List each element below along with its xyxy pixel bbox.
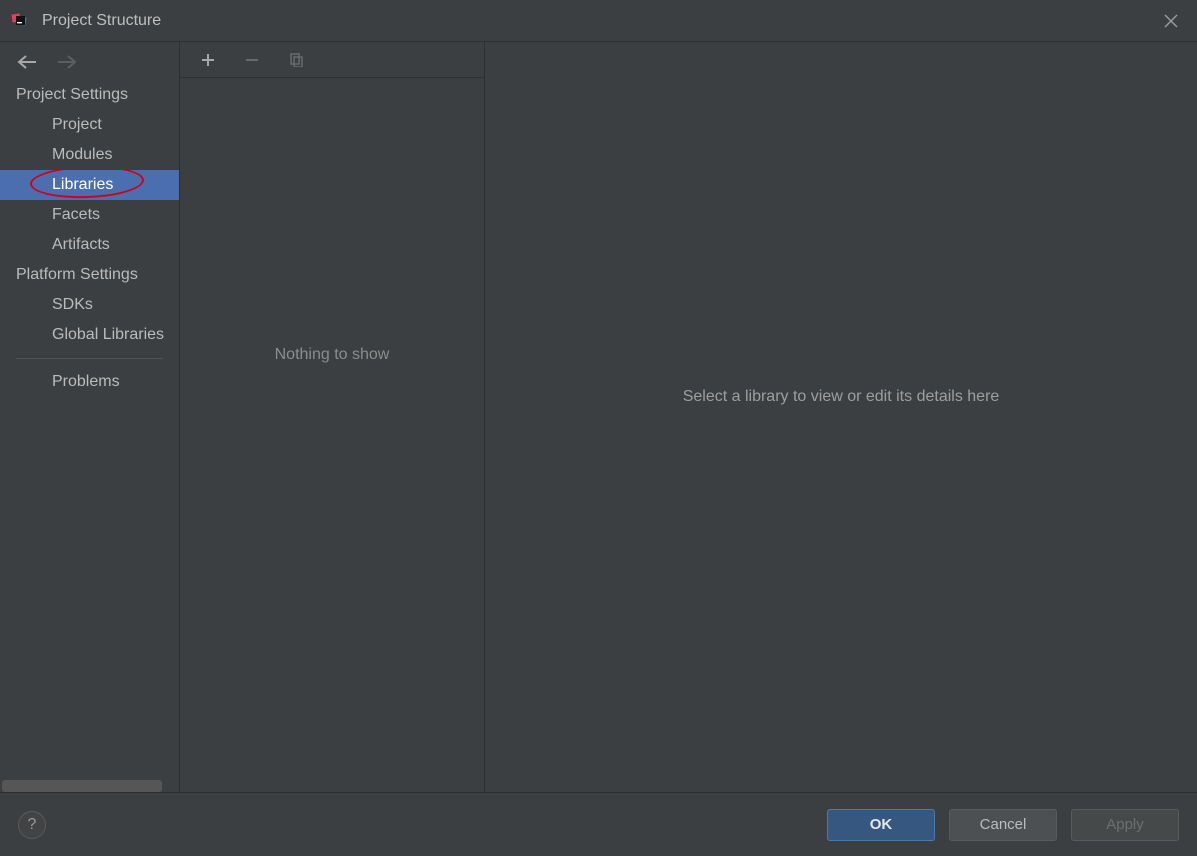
nav-item-project[interactable]: Project bbox=[0, 110, 179, 140]
list-toolbar bbox=[180, 42, 484, 78]
nav-item-artifacts[interactable]: Artifacts bbox=[0, 230, 179, 260]
left-nav: Project Settings Project Modules Librari… bbox=[0, 42, 180, 792]
ok-button[interactable]: OK bbox=[827, 809, 935, 841]
platform-settings-header: Platform Settings bbox=[0, 260, 179, 290]
nav-item-global-libraries[interactable]: Global Libraries bbox=[0, 320, 179, 350]
nav-item-sdks[interactable]: SDKs bbox=[0, 290, 179, 320]
nav-item-facets[interactable]: Facets bbox=[0, 200, 179, 230]
detail-placeholder: Select a library to view or edit its det… bbox=[683, 388, 1000, 406]
window-title: Project Structure bbox=[42, 12, 161, 30]
nav-item-label: Libraries bbox=[52, 176, 113, 193]
nav-divider bbox=[16, 358, 163, 359]
copy-button[interactable] bbox=[286, 50, 306, 70]
library-list-panel: Nothing to show bbox=[180, 42, 485, 792]
back-button[interactable] bbox=[16, 54, 38, 70]
nav-item-modules[interactable]: Modules bbox=[0, 140, 179, 170]
nav-history-controls bbox=[0, 42, 179, 80]
app-icon bbox=[10, 10, 32, 32]
project-settings-header: Project Settings bbox=[0, 80, 179, 110]
help-button[interactable]: ? bbox=[18, 811, 46, 839]
titlebar: Project Structure bbox=[0, 0, 1197, 42]
detail-panel: Select a library to view or edit its det… bbox=[485, 42, 1197, 792]
nav-item-libraries[interactable]: Libraries bbox=[0, 170, 179, 200]
empty-list-message: Nothing to show bbox=[180, 78, 484, 792]
nav-item-problems[interactable]: Problems bbox=[0, 367, 179, 397]
apply-button[interactable]: Apply bbox=[1071, 809, 1179, 841]
forward-button[interactable] bbox=[56, 54, 78, 70]
remove-button[interactable] bbox=[242, 50, 262, 70]
add-button[interactable] bbox=[198, 50, 218, 70]
button-bar: ? OK Cancel Apply bbox=[0, 792, 1197, 856]
close-button[interactable] bbox=[1155, 5, 1187, 37]
content-area: Project Settings Project Modules Librari… bbox=[0, 42, 1197, 792]
cancel-button[interactable]: Cancel bbox=[949, 809, 1057, 841]
horizontal-scrollbar-thumb[interactable] bbox=[2, 780, 162, 792]
